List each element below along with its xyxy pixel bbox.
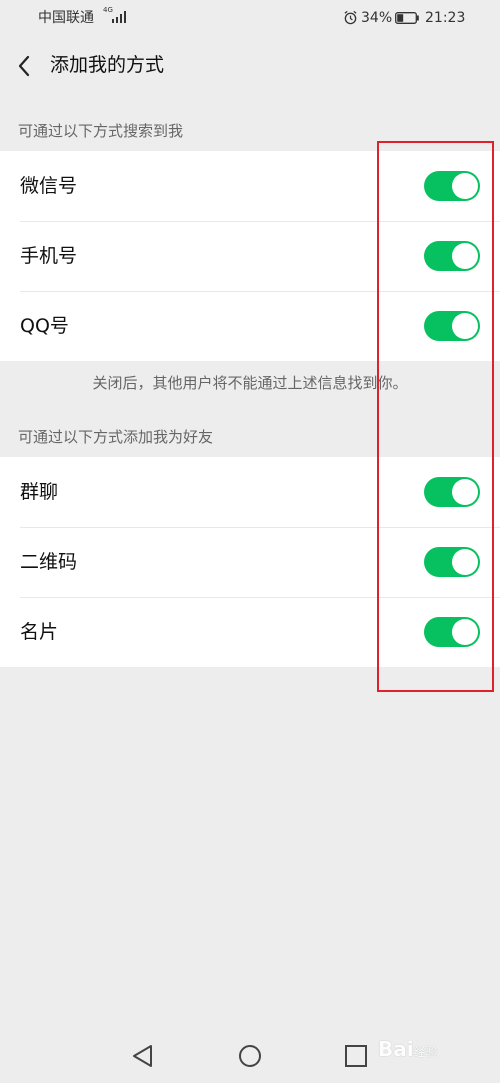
option-row-wechat-id: 微信号: [0, 151, 500, 221]
add-section-label: 可通过以下方式添加我为好友: [18, 428, 214, 446]
option-label: 手机号: [20, 245, 78, 267]
option-label: 群聊: [20, 481, 59, 503]
business-card-toggle[interactable]: [424, 617, 480, 647]
option-row-business-card: 名片: [0, 597, 500, 667]
search-section-label: 可通过以下方式搜索到我: [18, 122, 184, 140]
carrier-name: 中国联通: [38, 10, 94, 26]
qr-code-toggle[interactable]: [424, 547, 480, 577]
signal-icon: [112, 11, 126, 23]
wechat-id-toggle[interactable]: [424, 171, 480, 201]
status-bar: 中国联通 4G 34% 21:23: [0, 0, 500, 36]
battery-icon: [395, 12, 419, 24]
option-row-phone: 手机号: [0, 221, 500, 291]
status-time: 21:23: [425, 10, 466, 26]
alarm-icon: [344, 10, 357, 25]
home-circle-icon[interactable]: [236, 1042, 264, 1070]
back-triangle-icon[interactable]: [129, 1042, 157, 1070]
option-row-qr-code: 二维码: [0, 527, 500, 597]
system-nav-bar: [0, 1030, 500, 1083]
battery-percent: 34%: [361, 10, 393, 26]
qq-toggle[interactable]: [424, 311, 480, 341]
back-icon[interactable]: [10, 51, 40, 81]
recents-square-icon[interactable]: [342, 1042, 370, 1070]
page-title: 添加我的方式: [50, 54, 165, 76]
search-options-group: 微信号 手机号 QQ号: [0, 151, 500, 361]
option-label: 名片: [20, 621, 59, 643]
option-label: QQ号: [20, 315, 69, 337]
add-options-group: 群聊 二维码 名片: [0, 457, 500, 667]
option-label: 二维码: [20, 551, 78, 573]
nav-header: 添加我的方式: [0, 36, 500, 96]
phone-toggle[interactable]: [424, 241, 480, 271]
option-label: 微信号: [20, 175, 78, 197]
search-note: 关闭后，其他用户将不能通过上述信息找到你。: [92, 374, 408, 392]
group-chat-toggle[interactable]: [424, 477, 480, 507]
option-row-group-chat: 群聊: [0, 457, 500, 527]
option-row-qq: QQ号: [0, 291, 500, 361]
